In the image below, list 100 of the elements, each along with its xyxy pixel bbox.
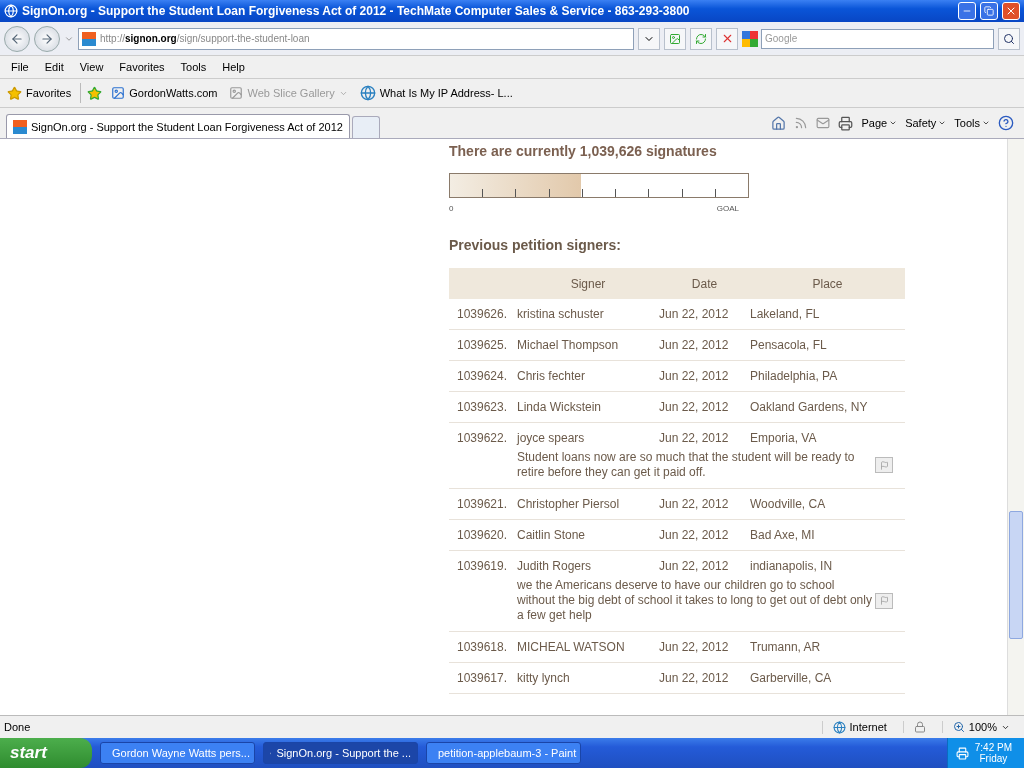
flag-button[interactable]: [875, 592, 893, 609]
table-cell-text: Chris fechter: [517, 369, 587, 383]
caret-icon: [889, 119, 898, 127]
table-cell-text: Jun 22, 2012: [659, 528, 730, 542]
column-header: Place: [811, 276, 844, 291]
refresh-icon: [695, 32, 707, 45]
arrow-right-icon: [40, 31, 54, 46]
column-header: Date: [690, 276, 719, 291]
table-cell-text: Jun 22, 2012: [659, 497, 730, 511]
stop-button[interactable]: [716, 27, 738, 50]
scale-label: GOAL: [716, 204, 739, 213]
print-icon[interactable]: [838, 115, 854, 131]
help-icon[interactable]: [998, 115, 1014, 131]
table-cell-text: Judith Rogers: [517, 559, 593, 573]
mail-icon[interactable]: [816, 116, 831, 130]
table-cell-text: Pensacola, FL: [750, 338, 828, 352]
window-title: SignOn.org - Support the Student Loan Forgiveness Act of 2012 - TechMate Computer Sales & Service - 863-293-3800: [22, 4, 691, 18]
table-cell-text: indianapolis, IN: [750, 559, 834, 573]
scrollbar[interactable]: [1007, 139, 1024, 715]
search-field[interactable]: Google: [761, 28, 994, 49]
table-cell-text: Christopher Piersol: [517, 497, 621, 511]
menu-item[interactable]: Edit: [37, 59, 71, 75]
table-cell-text: kristina schuster: [517, 307, 605, 321]
search-icon: [1003, 32, 1015, 45]
restore-button[interactable]: [980, 2, 998, 20]
table-cell-text: Jun 22, 2012: [659, 671, 730, 685]
taskbar-button[interactable]: SignOn.org - Support the ...: [263, 742, 418, 764]
table-cell-text: 1039620.: [456, 528, 509, 542]
home-icon[interactable]: [771, 115, 787, 131]
table-cell-text: Bad Axe, MI: [750, 528, 816, 542]
close-button[interactable]: [1002, 2, 1020, 20]
command-menu[interactable]: Page: [861, 117, 898, 129]
command-menu[interactable]: Tools: [954, 117, 990, 129]
table-cell-text: 1039621.: [456, 497, 509, 511]
menu-item[interactable]: Tools: [173, 59, 214, 75]
section-title: Previous petition signers:: [449, 237, 622, 253]
back-button[interactable]: [4, 25, 30, 52]
search-button[interactable]: [998, 27, 1020, 50]
table-cell-text: 1039619.: [456, 559, 509, 573]
page-icon: [111, 86, 126, 100]
browser-icon: [4, 4, 18, 18]
menu-item[interactable]: File: [4, 59, 36, 75]
zone-label: Internet: [849, 721, 887, 733]
table-cell-text: joyce spears: [517, 431, 586, 445]
taskbar-button[interactable]: petition-applebaum-3 - Paint: [426, 742, 581, 764]
status-text: Done: [4, 721, 32, 733]
new-tab-button[interactable]: [351, 116, 380, 138]
scale-label: 0: [449, 204, 454, 213]
zoom-icon: [952, 721, 965, 733]
table-cell-text: Jun 22, 2012: [659, 640, 730, 654]
lock-icon[interactable]: [913, 721, 926, 733]
clock-time: 7:42 PM: [974, 742, 1012, 753]
zoom-button[interactable]: 100%: [941, 721, 1020, 733]
flag-icon: [879, 460, 889, 470]
caret-icon: [938, 119, 947, 127]
table-cell-text: 1039626.: [456, 307, 509, 321]
minimize-button[interactable]: [958, 2, 976, 20]
star-icon: [7, 85, 22, 101]
address-field[interactable]: http://signon.org/sign/support-the-student-loan: [78, 27, 634, 50]
table-cell-text: Oakland Gardens, NY: [750, 400, 869, 414]
table-cell-text: 1039617.: [456, 671, 509, 685]
search-provider-icon: [742, 30, 758, 47]
page-icon: [229, 86, 244, 100]
table-cell-text: 1039623.: [456, 400, 509, 414]
table-cell-text: Jun 22, 2012: [659, 338, 730, 352]
restore-icon: [984, 6, 994, 16]
table-cell-text: MICHEAL WATSON: [517, 640, 626, 654]
table-cell-text: kitty lynch: [517, 671, 571, 685]
table-cell-text: 1039625.: [456, 338, 509, 352]
signer-comment: Student loans now are so much that the student will be ready to retire before they can get it paid off.: [517, 450, 856, 480]
arrow-left-icon: [10, 31, 24, 46]
favorites-button[interactable]: Favorites: [4, 83, 75, 103]
add-favorite-icon[interactable]: [87, 85, 103, 101]
tray-icon[interactable]: [955, 746, 969, 760]
forward-button[interactable]: [34, 25, 60, 52]
table-cell-text: Jun 22, 2012: [659, 400, 730, 414]
feed-icon[interactable]: [794, 116, 809, 130]
browser-tab[interactable]: SignOn.org - Support the Student Loan Forgiveness Act of 2012: [6, 114, 350, 138]
table-cell-text: 1039622.: [456, 431, 509, 445]
table-cell-text: Caitlin Stone: [517, 528, 587, 542]
table-cell-text: Garberville, CA: [750, 671, 833, 685]
menu-item[interactable]: Favorites: [112, 59, 172, 75]
table-cell-text: 1039618.: [456, 640, 509, 654]
table-cell-text: Emporia, VA: [750, 431, 818, 445]
page-icon: [669, 32, 681, 45]
compatibility-button[interactable]: [664, 27, 686, 50]
flag-button[interactable]: [875, 457, 893, 473]
taskbar-button[interactable]: Gordon Wayne Watts pers...: [100, 742, 255, 764]
table-cell-text: Jun 22, 2012: [659, 431, 730, 445]
table-cell-text: Jun 22, 2012: [659, 559, 730, 573]
favorite-link[interactable]: GordonWatts.com: [108, 84, 221, 102]
dropdown-button[interactable]: [638, 27, 660, 50]
table-cell-text: Michael Thompson: [517, 338, 620, 352]
caret-icon: [982, 119, 990, 127]
refresh-button[interactable]: [690, 27, 712, 50]
command-menu[interactable]: Safety: [905, 117, 947, 129]
menu-item[interactable]: Help: [215, 59, 252, 75]
favorite-link[interactable]: What Is My IP Address- L...: [356, 83, 516, 103]
table-cell-text: Philadelphia, PA: [750, 369, 839, 383]
menu-item[interactable]: View: [72, 59, 111, 75]
